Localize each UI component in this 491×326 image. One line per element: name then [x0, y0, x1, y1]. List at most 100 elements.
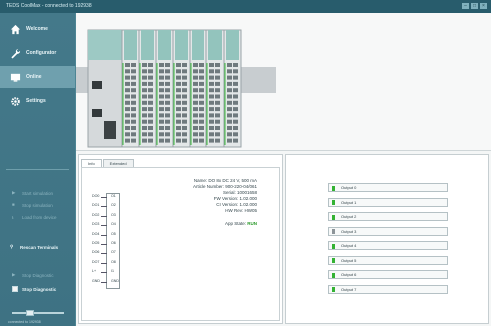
output-row-0[interactable]: Output 0 — [328, 183, 448, 192]
window-controls: – □ × — [462, 3, 487, 9]
app-state-row: App State: RUN — [137, 221, 257, 227]
terminal-clamp — [159, 100, 164, 105]
stop-diagnostic-checkbox[interactable]: Stop Diagnostic — [12, 284, 72, 294]
terminal-clamp — [182, 69, 187, 74]
terminal-clamp — [165, 107, 170, 112]
terminal-clamp — [131, 119, 136, 124]
pin-row: L+ I1 — [92, 268, 132, 277]
io-label-strip — [124, 30, 137, 60]
terminal-clamp — [165, 113, 170, 118]
pin-name: L+ — [92, 269, 97, 274]
terminal-clamp — [142, 63, 147, 67]
terminal-clamp — [209, 100, 214, 105]
checkbox[interactable] — [12, 286, 18, 292]
info-value: 900-220-04/061 — [225, 184, 257, 190]
device-info: Name: DO 8x DC 24 V, 500 mA Article Numbe… — [137, 178, 257, 227]
output-row-3[interactable]: Output 3 — [328, 226, 448, 236]
io-label-strip — [208, 30, 222, 60]
info-label: Article Number: — [192, 184, 226, 190]
output-row-2[interactable]: Output 2 — [328, 212, 448, 221]
terminal-clamp — [159, 126, 164, 130]
terminal-clamp — [148, 94, 153, 99]
pin-line — [101, 225, 107, 227]
status-led-icon — [332, 185, 335, 191]
sidebar-item-settings[interactable]: Settings — [0, 90, 75, 112]
sidebar-item-online[interactable]: Online — [0, 66, 75, 88]
terminal-clamp — [165, 69, 170, 74]
terminal-clamp — [125, 126, 130, 130]
zoom-slider[interactable] — [12, 310, 64, 316]
terminal-clamp — [199, 94, 204, 99]
output-row-1[interactable]: Output 1 — [328, 197, 448, 207]
slider-thumb[interactable] — [26, 310, 34, 316]
pin-row: DO1 O2 — [92, 202, 132, 211]
output-label: Output 6 — [341, 272, 357, 277]
terminal-clamp — [176, 81, 181, 86]
output-row-4[interactable]: Output 4 — [328, 241, 448, 250]
terminal-clamp — [209, 107, 214, 112]
terminal-clamp — [125, 63, 130, 67]
terminal-clamp — [193, 126, 198, 130]
device-view — [76, 13, 491, 151]
terminal-clamp — [182, 107, 187, 112]
terminal-clamp — [182, 94, 187, 99]
stop-simulation-button[interactable]: ■ Stop simulation — [12, 200, 72, 210]
terminal-clamp — [159, 63, 164, 67]
maximize-button[interactable]: □ — [471, 3, 478, 9]
pin-diagram: DO0 O1 DO1 O2 DO2 O3 DO3 O4 DO4 O5 DO5 O6 DO6 O7 DO7 O8… — [92, 193, 132, 293]
terminal-clamp — [233, 81, 238, 86]
terminal-clamp — [165, 94, 170, 99]
terminal-clamp — [233, 100, 238, 105]
terminal-clamp — [142, 94, 147, 99]
terminal-clamp — [227, 107, 232, 112]
pin-label: O3 — [111, 212, 116, 217]
terminal-clamp — [233, 107, 238, 112]
terminal-clamp — [233, 113, 238, 118]
terminal-clamp — [142, 107, 147, 112]
output-label: Output 4 — [341, 243, 357, 248]
start-simulation-button[interactable]: ▶ Start simulation — [12, 188, 72, 198]
terminal-clamp — [215, 132, 220, 137]
terminal-clamp — [159, 113, 164, 118]
output-label: Output 7 — [341, 286, 357, 292]
pin-label: O8 — [111, 259, 116, 264]
terminal-clamp — [199, 119, 204, 124]
terminal-clamp — [215, 69, 220, 74]
output-row-7[interactable]: Output 7 — [328, 284, 448, 294]
pin-row: DO4 O5 — [92, 231, 132, 240]
pin-label: I1 — [111, 269, 114, 274]
rescan-terminals-button[interactable]: ⚲ Rescan Terminals — [10, 242, 70, 252]
sidebar-item-welcome[interactable]: Welcome — [0, 18, 75, 40]
terminal-rack-image[interactable] — [76, 13, 491, 151]
terminal-clamp — [227, 81, 232, 86]
output-label: Output 1 — [341, 199, 357, 205]
io-label-strip — [158, 30, 171, 60]
terminal-clamp — [182, 119, 187, 124]
pin-row: GND GND — [92, 278, 132, 287]
terminal-clamp — [215, 126, 220, 130]
terminal-clamp — [159, 81, 164, 86]
stop-diagnostic-button-disabled[interactable]: ▶ Stop Diagnostic — [12, 270, 72, 280]
output-row-6[interactable]: Output 6 — [328, 270, 448, 279]
terminal-clamp — [215, 138, 220, 143]
terminal-clamp — [215, 63, 220, 67]
terminal-clamp — [193, 132, 198, 137]
close-button[interactable]: × — [480, 3, 487, 9]
sidebar-item-label: Settings — [26, 98, 46, 104]
pin-label: O1 — [111, 194, 116, 198]
load-from-device-button[interactable]: ⭳ Load from device — [12, 212, 72, 222]
terminal-clamp — [148, 126, 153, 130]
main-content: Info Extended DO0 O1 DO1 O2 DO2 O3 DO3 O4 DO4 O5 D… — [76, 13, 491, 326]
sidebar-item-label: Online — [26, 74, 42, 80]
pin-name: DO6 — [92, 250, 100, 255]
output-row-5[interactable]: Output 5 — [328, 255, 448, 265]
cpu-port — [92, 81, 102, 89]
minimize-button[interactable]: – — [462, 3, 469, 9]
terminal-clamp — [209, 113, 214, 118]
pin-label: O4 — [111, 222, 116, 227]
terminal-clamp — [131, 126, 136, 130]
terminal-clamp — [199, 75, 204, 80]
terminal-clamp — [227, 63, 232, 67]
sidebar-item-configurator[interactable]: Configurator — [0, 42, 75, 64]
terminal-clamp — [131, 107, 136, 112]
